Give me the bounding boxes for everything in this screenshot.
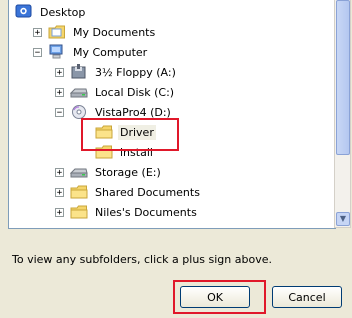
expand-icon[interactable]: + — [55, 67, 64, 77]
tree-item-label: Storage (E:) — [95, 165, 161, 179]
folder-icon — [70, 205, 88, 219]
scroll-down-icon[interactable]: ▼ — [336, 212, 350, 226]
collapse-icon[interactable]: − — [33, 47, 42, 57]
instruction-text: To view any subfolders, click a plus sig… — [12, 253, 272, 266]
tree-item-desktop[interactable]: Desktop — [15, 2, 87, 22]
tree-item-label: My Documents — [73, 25, 156, 39]
desktop-icon — [15, 4, 32, 18]
tree-item-label: Local Disk (C:) — [95, 85, 175, 99]
driver-highlight-box — [81, 118, 179, 151]
tree-item-my-computer[interactable]: − My Computer — [33, 42, 149, 62]
collapse-icon[interactable]: − — [55, 107, 64, 117]
scroll-thumb[interactable] — [336, 0, 350, 155]
tree-item-storage[interactable]: + Storage (E:) — [55, 162, 163, 182]
tree-item-shared-documents[interactable]: + Shared Documents — [55, 182, 202, 202]
tree-item-label: Desktop — [40, 5, 86, 19]
my-documents-folder-icon — [48, 25, 65, 39]
tree-item-niles-documents[interactable]: + Niles's Documents — [55, 202, 199, 222]
tree-item-floppy[interactable]: + 3½ Floppy (A:) — [55, 62, 178, 82]
tree-item-local-disk[interactable]: + Local Disk (C:) — [55, 82, 176, 102]
shared-folder-icon — [70, 185, 88, 199]
tree-item-label: My Computer — [73, 45, 148, 59]
tree-item-label: Shared Documents — [95, 185, 200, 199]
expand-icon[interactable]: + — [55, 167, 64, 177]
expand-icon[interactable]: + — [55, 87, 64, 97]
expand-icon[interactable]: + — [55, 207, 64, 217]
expand-icon[interactable]: + — [33, 27, 42, 37]
floppy-drive-icon — [71, 64, 86, 79]
expand-icon[interactable]: + — [55, 187, 64, 197]
vertical-scrollbar[interactable]: ▼ — [334, 0, 351, 228]
tree-item-my-documents[interactable]: + My Documents — [33, 22, 157, 42]
my-computer-icon — [49, 44, 63, 59]
tree-item-label: Niles's Documents — [95, 205, 197, 219]
tree-item-label: 3½ Floppy (A:) — [95, 65, 176, 79]
cancel-button[interactable]: Cancel — [272, 286, 342, 308]
folder-tree[interactable]: Desktop + My Documents − My Computer + 3… — [8, 0, 336, 229]
hard-drive-icon — [70, 168, 88, 178]
ok-button[interactable]: OK — [180, 286, 250, 308]
hard-drive-icon — [70, 88, 88, 98]
